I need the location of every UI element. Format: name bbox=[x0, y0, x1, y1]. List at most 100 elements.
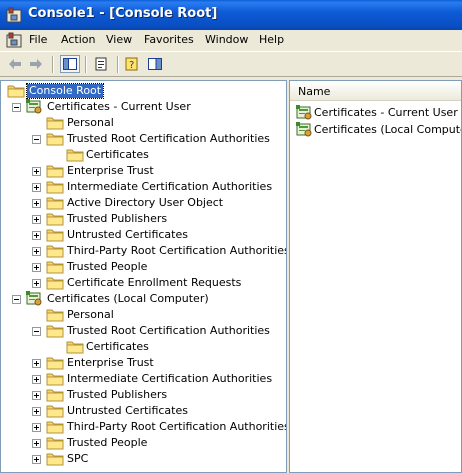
expand-icon[interactable] bbox=[32, 279, 41, 288]
folder-icon bbox=[46, 244, 64, 258]
tree-node-label: Untrusted Certificates bbox=[67, 228, 188, 241]
tree-node-lc-trusted-publishers[interactable]: Trusted Publishers bbox=[1, 387, 281, 403]
expand-icon[interactable] bbox=[32, 423, 41, 432]
tree-node-lc-trusted-people[interactable]: Trusted People bbox=[1, 435, 281, 451]
tree-node-enterprise-trust[interactable]: Enterprise Trust bbox=[1, 163, 281, 179]
folder-icon bbox=[46, 212, 64, 226]
open-folder-icon bbox=[46, 324, 64, 338]
tree-node-third-party-root[interactable]: Third-Party Root Certification Authoriti… bbox=[1, 243, 286, 259]
certificate-store-icon bbox=[26, 99, 43, 115]
tree-node-current-user[interactable]: Certificates - Current User bbox=[1, 99, 261, 115]
folder-icon bbox=[46, 116, 64, 130]
action-pane-icon[interactable] bbox=[145, 55, 165, 73]
folder-icon bbox=[46, 180, 64, 194]
tree-node-trusted-publishers[interactable]: Trusted Publishers bbox=[1, 211, 281, 227]
tree-node-label: Trusted Publishers bbox=[67, 212, 168, 225]
open-folder-icon bbox=[46, 132, 64, 146]
show-hide-tree-icon[interactable] bbox=[60, 55, 80, 73]
help-icon[interactable]: ? bbox=[122, 55, 142, 73]
tree-node-trusted-people[interactable]: Trusted People bbox=[1, 259, 281, 275]
tree-node-label: Certificate Enrollment Requests bbox=[67, 276, 242, 289]
tree-node-lc-third-party-root[interactable]: Third-Party Root Certification Authoriti… bbox=[1, 419, 286, 435]
expand-icon[interactable] bbox=[32, 215, 41, 224]
tree-node-label: Enterprise Trust bbox=[67, 356, 154, 369]
expand-icon[interactable] bbox=[32, 455, 41, 464]
tree-node-label: Trusted People bbox=[67, 260, 148, 273]
tree-node-console-root[interactable]: Console Root bbox=[3, 83, 123, 99]
tree-node-label: SPC bbox=[67, 452, 89, 465]
tree-node-lc-trusted-root[interactable]: Trusted Root Certification Authorities bbox=[1, 323, 281, 339]
folder-icon bbox=[46, 372, 64, 386]
list-item-label: Certificates - Current User bbox=[314, 106, 458, 119]
menu-file[interactable]: File bbox=[29, 33, 47, 46]
tree-node-trusted-root[interactable]: Trusted Root Certification Authorities bbox=[1, 131, 281, 147]
menu-view[interactable]: View bbox=[106, 33, 132, 46]
certificate-store-icon bbox=[296, 105, 313, 121]
expand-icon[interactable] bbox=[32, 167, 41, 176]
console-tree[interactable]: Console Root Certificates - Current User… bbox=[0, 80, 287, 473]
folder-icon bbox=[46, 164, 64, 178]
menu-favorites[interactable]: Favorites bbox=[144, 33, 194, 46]
tree-node-label: Enterprise Trust bbox=[67, 164, 154, 177]
collapse-icon[interactable] bbox=[32, 135, 41, 144]
menu-bar: File Action View Favorites Window Help bbox=[0, 30, 462, 50]
folder-icon bbox=[46, 196, 64, 210]
collapse-icon[interactable] bbox=[32, 327, 41, 336]
tree-node-lc-certificates[interactable]: Certificates bbox=[1, 339, 281, 355]
expand-icon[interactable] bbox=[32, 183, 41, 192]
tree-node-label: Trusted Publishers bbox=[67, 388, 168, 401]
folder-icon bbox=[46, 404, 64, 418]
tree-node-lc-enterprise-trust[interactable]: Enterprise Trust bbox=[1, 355, 281, 371]
tree-node-lc-untrusted-certificates[interactable]: Untrusted Certificates bbox=[1, 403, 281, 419]
tree-node-lc-intermediate-ca[interactable]: Intermediate Certification Authorities bbox=[1, 371, 281, 387]
tree-node-lc-personal[interactable]: Personal bbox=[1, 307, 281, 323]
tree-node-lc-spc[interactable]: SPC bbox=[1, 451, 281, 467]
forward-icon[interactable] bbox=[26, 55, 46, 73]
collapse-icon[interactable] bbox=[12, 295, 21, 304]
expand-icon[interactable] bbox=[32, 247, 41, 256]
menu-window[interactable]: Window bbox=[205, 33, 248, 46]
expand-icon[interactable] bbox=[32, 375, 41, 384]
certificate-store-icon bbox=[26, 291, 43, 307]
folder-icon bbox=[46, 452, 64, 466]
tree-node-label: Certificates - Current User bbox=[47, 100, 191, 113]
tree-node-personal[interactable]: Personal bbox=[1, 115, 281, 131]
tree-node-local-computer[interactable]: Certificates (Local Computer) bbox=[1, 291, 261, 307]
tree-node-enrollment-requests[interactable]: Certificate Enrollment Requests bbox=[1, 275, 281, 291]
folder-icon bbox=[46, 228, 64, 242]
expand-icon[interactable] bbox=[32, 407, 41, 416]
menu-action[interactable]: Action bbox=[61, 33, 95, 46]
tree-node-label: Certificates (Local Computer) bbox=[47, 292, 209, 305]
expand-icon[interactable] bbox=[32, 359, 41, 368]
expand-icon[interactable] bbox=[32, 439, 41, 448]
results-pane[interactable]: Name Certificates - Current User Certifi… bbox=[289, 80, 462, 473]
svg-text:?: ? bbox=[129, 60, 134, 71]
folder-icon bbox=[46, 420, 64, 434]
expand-icon[interactable] bbox=[32, 199, 41, 208]
mmc-app-icon[interactable] bbox=[6, 7, 22, 23]
tree-node-label: Third-Party Root Certification Authoriti… bbox=[67, 420, 287, 433]
folder-icon bbox=[66, 340, 84, 354]
title-bar[interactable]: Console1 - [Console Root] bbox=[0, 0, 462, 30]
expand-icon[interactable] bbox=[32, 231, 41, 240]
tree-node-label: Third-Party Root Certification Authoriti… bbox=[67, 244, 287, 257]
folder-icon bbox=[46, 308, 64, 322]
window-title: Console1 - [Console Root] bbox=[28, 6, 218, 21]
tree-node-label: Active Directory User Object bbox=[67, 196, 224, 209]
tree-node-label: Console Root bbox=[25, 83, 105, 99]
folder-icon bbox=[46, 276, 64, 290]
tree-node-ad-user-object[interactable]: Active Directory User Object bbox=[1, 195, 281, 211]
export-list-icon[interactable] bbox=[92, 55, 112, 73]
expand-icon[interactable] bbox=[32, 263, 41, 272]
tree-node-intermediate-ca[interactable]: Intermediate Certification Authorities bbox=[1, 179, 281, 195]
tree-node-label: Trusted People bbox=[67, 436, 148, 449]
collapse-icon[interactable] bbox=[12, 103, 21, 112]
tree-node-label: Certificates bbox=[86, 340, 149, 353]
tree-node-untrusted-certificates[interactable]: Untrusted Certificates bbox=[1, 227, 281, 243]
menu-help[interactable]: Help bbox=[259, 33, 284, 46]
column-header-name[interactable]: Name bbox=[290, 81, 461, 101]
console-menu-icon[interactable] bbox=[6, 32, 22, 48]
tree-node-certificates[interactable]: Certificates bbox=[1, 147, 281, 163]
back-icon[interactable] bbox=[5, 55, 25, 73]
expand-icon[interactable] bbox=[32, 391, 41, 400]
